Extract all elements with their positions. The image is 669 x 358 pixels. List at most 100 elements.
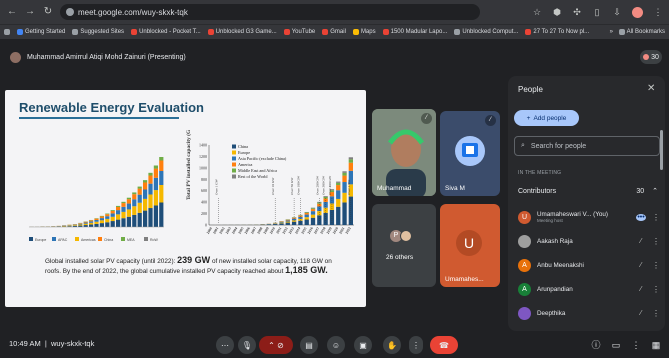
bar-segment <box>121 201 126 204</box>
bookmark[interactable]: Getting Started <box>17 29 65 35</box>
bookmark[interactable]: Unblocked Comput... <box>454 29 518 35</box>
end-call-icon[interactable]: ☎ <box>430 336 458 354</box>
profile-avatar[interactable] <box>632 6 643 18</box>
bar-segment <box>99 218 104 221</box>
star-icon[interactable]: ☆ <box>532 7 542 17</box>
participant-tile[interactable]: ⁄ Muhammad <box>372 109 436 196</box>
more-options-icon[interactable]: ⋮ <box>652 285 660 294</box>
contributors-header[interactable]: Contributors 30 ⌃ <box>518 184 658 198</box>
legend-swatch <box>232 156 236 161</box>
legend-swatch <box>232 168 236 173</box>
search-people-input[interactable]: ⌕ Search for people <box>514 136 660 156</box>
menu-icon[interactable]: ⋮ <box>653 7 663 17</box>
y-tick-label: 1200 <box>199 154 207 159</box>
person-row[interactable]: Deepthika ⁄ ⋮ <box>518 302 660 324</box>
y-tick-label: 1400 <box>199 143 207 148</box>
reload-icon[interactable]: ↻ <box>42 6 54 18</box>
bar-segment <box>99 223 104 227</box>
more-options-icon[interactable]: ⋮ <box>652 261 660 270</box>
bar-segment <box>94 219 99 222</box>
more-icon[interactable]: ⋮ <box>409 336 423 354</box>
participant-tile[interactable]: ⁄ Siva M <box>440 111 500 196</box>
muted-mic-icon[interactable]: ⁄ <box>636 262 646 269</box>
person-name: Arunpandian <box>537 285 573 293</box>
bar-segment <box>310 214 316 218</box>
bar-segment <box>99 220 104 224</box>
forward-icon[interactable]: → <box>24 6 36 18</box>
add-people-button[interactable]: + Add people <box>514 110 579 126</box>
mic-icon[interactable]: 🎙 <box>238 336 256 354</box>
person-name: Deepthika <box>537 309 566 317</box>
bar-segment <box>348 157 353 160</box>
captions-icon[interactable]: ▤ <box>300 336 318 354</box>
person-row[interactable]: U Umamaheswari V... (You) Meeting host ••• ⋮ <box>518 206 660 228</box>
bar-segment <box>279 222 284 224</box>
extension-icon[interactable]: ⬢ <box>552 7 562 17</box>
back-icon[interactable]: ← <box>6 6 18 18</box>
bar-segment <box>137 186 142 189</box>
legend-label: Europe <box>35 238 46 242</box>
bar-segment <box>83 222 88 224</box>
legend-swatch <box>232 150 236 155</box>
person-name: Aakash Raja <box>537 237 573 245</box>
presented-slide: Renewable Energy Evaluation Europe APAC Am… <box>5 90 366 307</box>
all-bookmarks[interactable]: » All Bookmarks <box>610 29 665 35</box>
bookmark[interactable]: Gmail <box>322 29 346 35</box>
chat-icon[interactable]: ▭ <box>610 339 622 351</box>
raise-hand-icon[interactable]: ✋ <box>383 336 401 354</box>
camera-off-icon: ⊘ <box>277 340 284 350</box>
other-avatar <box>400 230 412 242</box>
annotation-label: Over 1 TW <box>347 179 351 195</box>
activities-icon[interactable]: ⋮ <box>630 339 642 351</box>
bar-segment <box>342 171 347 173</box>
muted-mic-icon[interactable]: ⁄ <box>636 310 646 317</box>
panel-scrollbar[interactable] <box>660 130 663 170</box>
participant-count-badge[interactable]: 30 <box>640 50 662 64</box>
more-options-icon[interactable]: ⋮ <box>652 213 660 222</box>
person-row[interactable]: A Arunpandian ⁄ ⋮ <box>518 278 660 300</box>
browser-toolbar: ← → ↻ meet.google.com/wuy-skxk-tqk ☆ ⬢ ✣… <box>0 0 669 24</box>
sidebar-icon[interactable]: ▯ <box>592 7 602 17</box>
person-role: Meeting host <box>537 218 563 223</box>
chevron-up-icon[interactable]: ⌃ <box>652 187 658 195</box>
muted-mic-icon[interactable]: ⁄ <box>636 238 646 245</box>
close-icon[interactable]: ✕ <box>647 83 655 94</box>
muted-mic-icon[interactable]: ⁄ <box>636 286 646 293</box>
bookmark[interactable]: Maps <box>352 29 376 35</box>
bookmark[interactable]: Suggested Sites <box>72 29 124 35</box>
bar-segment <box>105 222 110 227</box>
person-row[interactable]: Aakash Raja ⁄ ⋮ <box>518 230 660 252</box>
site-info-icon[interactable] <box>66 8 74 16</box>
search-placeholder: Search for people <box>530 142 587 150</box>
puzzle-icon[interactable]: ✣ <box>572 7 582 17</box>
participant-tile[interactable]: U Umamahes... <box>440 204 500 287</box>
emoji-icon[interactable]: ☺ <box>327 336 345 354</box>
more-options-icon[interactable]: ⋮ <box>652 237 660 246</box>
others-tile[interactable]: P 26 others <box>372 204 436 287</box>
apps-icon[interactable] <box>4 29 10 35</box>
speaking-icon: ••• <box>636 213 646 221</box>
camera-off-button[interactable]: ⌃ ⊘ <box>259 336 293 354</box>
legend-swatch <box>232 162 236 167</box>
bar-segment <box>336 185 341 191</box>
bar-segment <box>310 207 316 209</box>
lock-icon[interactable]: ▦ <box>650 339 662 351</box>
present-icon[interactable]: ▣ <box>354 336 372 354</box>
person-avatar <box>518 306 531 320</box>
address-bar[interactable]: meet.google.com/wuy-skxk-tqk <box>60 4 480 20</box>
bookmark[interactable]: 27 To 27 To Now pl... <box>525 29 589 35</box>
bookmark[interactable]: YouTube <box>283 29 315 35</box>
download-icon[interactable]: ⇩ <box>612 7 622 17</box>
bookmark[interactable]: Unblocked G3 Game... <box>207 29 277 35</box>
more-audio-button[interactable]: ⋯ <box>216 336 234 354</box>
legend-label: APAC <box>58 238 68 242</box>
info-icon[interactable]: ⓘ <box>590 339 602 351</box>
bar-segment <box>310 209 316 212</box>
bar-segment <box>143 182 148 190</box>
annotation-label: Over 300 GW <box>322 175 326 195</box>
bar-segment <box>279 221 284 223</box>
person-row[interactable]: A Anbu Meenakshi ⁄ ⋮ <box>518 254 660 276</box>
more-options-icon[interactable]: ⋮ <box>652 309 660 318</box>
bookmark[interactable]: Unblocked - Pocket T... <box>131 29 201 35</box>
bookmark[interactable]: 1500 Madular Lapo... <box>382 29 447 35</box>
